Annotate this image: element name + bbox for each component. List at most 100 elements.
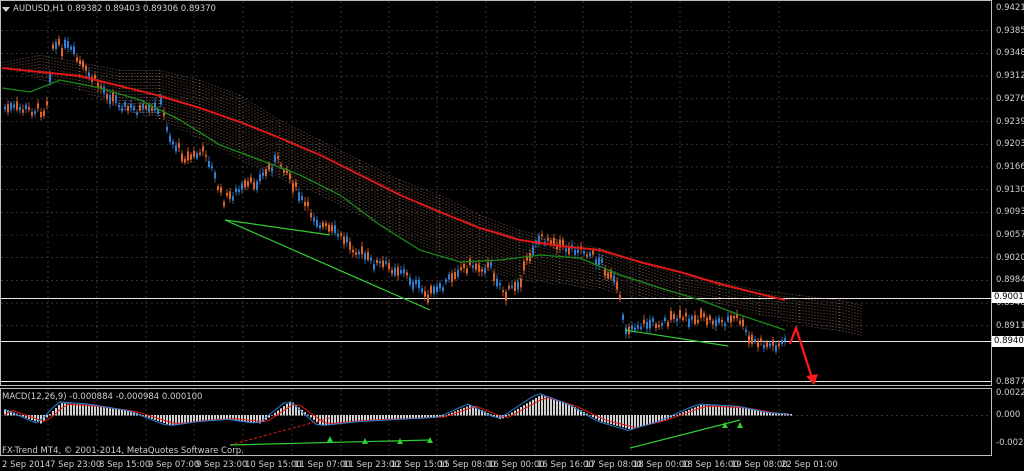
- candle-body: [394, 267, 396, 276]
- candle-body: [337, 233, 339, 237]
- candle-body: [715, 319, 717, 327]
- macd-histogram-bar: [73, 403, 75, 416]
- candle-body: [115, 95, 117, 103]
- candle-body: [445, 279, 447, 283]
- candle-body: [331, 225, 333, 232]
- time-tick-label: 19 Sep 08:00: [731, 460, 788, 470]
- macd-histogram-bar: [739, 406, 741, 416]
- candle-body: [712, 320, 714, 325]
- candle-body: [319, 225, 321, 229]
- candle-body: [178, 143, 180, 148]
- candle-body: [529, 253, 531, 262]
- macd-histogram-bar: [91, 405, 93, 416]
- candle-body: [328, 224, 330, 232]
- macd-histogram-bar: [625, 415, 627, 429]
- candle-body: [94, 75, 96, 79]
- macd-histogram-bar: [256, 415, 258, 423]
- macd-histogram-bar: [247, 415, 249, 422]
- candle-body: [526, 257, 528, 261]
- macd-histogram-bar: [166, 415, 168, 425]
- candle-body: [466, 268, 468, 274]
- candle-body: [724, 323, 726, 327]
- candle-body: [256, 181, 258, 191]
- candle-body: [373, 264, 375, 270]
- macd-histogram-bar: [94, 405, 96, 416]
- macd-histogram-bar: [274, 412, 276, 416]
- candle-body: [520, 278, 522, 288]
- macd-histogram-bar: [610, 415, 612, 425]
- candle-body: [40, 112, 42, 118]
- candle-body: [205, 154, 207, 157]
- candle-body: [361, 246, 363, 255]
- level-box-current: 0.89401: [992, 336, 1024, 347]
- candle-body: [175, 145, 177, 152]
- candle-body: [532, 246, 534, 255]
- candle-body: [508, 285, 510, 289]
- macd-histogram-bar: [730, 406, 732, 416]
- dropdown-triangle-icon[interactable]: [2, 6, 10, 12]
- candle-body: [442, 287, 444, 291]
- candle-body: [310, 212, 312, 218]
- macd-histogram-bar: [607, 415, 609, 424]
- candle-body: [67, 40, 69, 48]
- candle-body: [574, 249, 576, 255]
- candle-body: [13, 104, 15, 108]
- candle-body: [760, 338, 762, 342]
- candle-body: [16, 101, 18, 110]
- fast-moving-average: [1, 79, 786, 331]
- candle-body: [322, 222, 324, 228]
- macd-histogram-bar: [634, 415, 636, 429]
- price-tick-label: 0.91660: [996, 161, 1024, 172]
- macd-histogram-bar: [79, 404, 81, 416]
- candle-body: [289, 173, 291, 180]
- macd-histogram-bar: [70, 403, 72, 416]
- candle-body: [58, 38, 60, 45]
- candle-body: [253, 182, 255, 190]
- candle-body: [643, 319, 645, 324]
- candle-body: [274, 155, 276, 162]
- price-tick-label: 0.93850: [996, 25, 1024, 36]
- candle-body: [295, 182, 297, 187]
- divergence-trendline: [624, 329, 729, 347]
- macd-histogram-bar: [628, 415, 630, 429]
- macd-histogram-bar: [64, 403, 66, 416]
- candle-body: [697, 319, 699, 323]
- macd-histogram-bar: [505, 415, 507, 417]
- candle-body: [349, 241, 351, 250]
- macd-histogram-bar: [100, 406, 102, 416]
- candle-body: [451, 273, 453, 283]
- candle-body: [277, 156, 279, 159]
- candle-body: [79, 60, 81, 65]
- candle-body: [268, 164, 270, 170]
- candle-body: [343, 236, 345, 245]
- candle-body: [418, 279, 420, 289]
- candle-body: [613, 275, 615, 283]
- candle-body: [763, 344, 765, 349]
- candle-body: [262, 172, 264, 176]
- candle-body: [646, 321, 648, 329]
- candle-body: [208, 160, 210, 167]
- macd-histogram-bar: [88, 404, 90, 416]
- macd-histogram-bar: [535, 398, 537, 416]
- candle-body: [460, 267, 462, 270]
- candle-body: [160, 98, 162, 105]
- macd-histogram-bar: [604, 415, 606, 423]
- macd-histogram-bar: [637, 415, 639, 428]
- macd-axis-zero: 0.000: [996, 410, 1021, 420]
- macd-histogram-bar: [49, 414, 51, 416]
- candle-body: [664, 317, 666, 322]
- price-tick-label: 0.92390: [996, 116, 1024, 127]
- candle-body: [109, 94, 111, 104]
- candle-body: [259, 174, 261, 182]
- macd-histogram-bar: [754, 409, 756, 416]
- chart-window[interactable]: AUDUSD,H1 0.89382 0.89403 0.89306 0.8937…: [0, 0, 1024, 471]
- candle-body: [739, 320, 741, 325]
- candle-body: [592, 250, 594, 255]
- macd-histogram-bar: [748, 408, 750, 416]
- candle-body: [169, 135, 171, 142]
- macd-histogram-bar: [112, 408, 114, 416]
- macd-histogram-bar: [169, 415, 171, 426]
- candle-body: [769, 343, 771, 347]
- candle-body: [370, 257, 372, 261]
- candle-body: [766, 342, 768, 348]
